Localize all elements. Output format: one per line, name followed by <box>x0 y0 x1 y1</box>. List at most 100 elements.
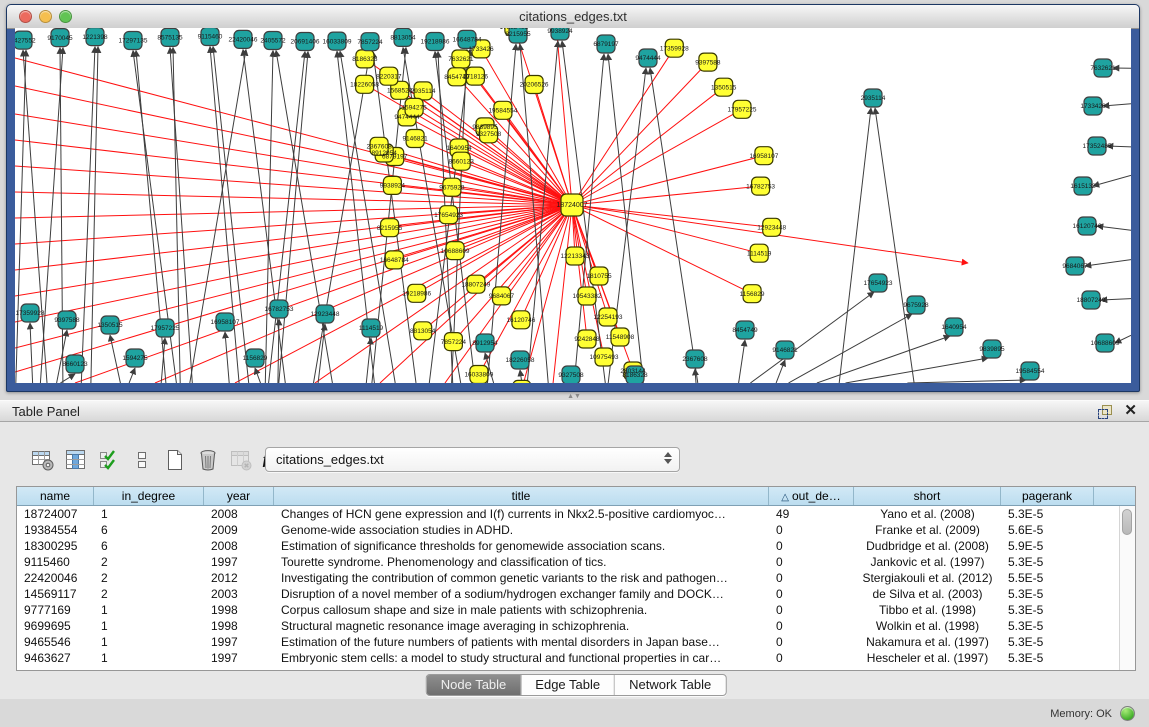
cell-out_degree[interactable]: 0 <box>769 570 854 586</box>
cell-out_degree[interactable]: 0 <box>769 538 854 554</box>
cell-out_degree[interactable]: 0 <box>769 586 854 602</box>
cell-short[interactable]: Wolkin et al. (1998) <box>854 618 1001 634</box>
select-all-button[interactable] <box>96 447 122 473</box>
cell-short[interactable]: Nakamura et al. (1997) <box>854 634 1001 650</box>
cell-title[interactable]: Estimation of significance thresholds fo… <box>274 538 769 554</box>
table-row[interactable]: 946362711997Embryonic stem cells: a mode… <box>17 650 1135 666</box>
vertical-scrollbar[interactable] <box>1119 506 1135 670</box>
cell-pagerank[interactable]: 5.5E-5 <box>1001 570 1094 586</box>
new-column-button[interactable] <box>162 447 188 473</box>
cell-short[interactable]: Yano et al. (2008) <box>854 506 1001 522</box>
cell-in_degree[interactable]: 1 <box>94 618 204 634</box>
tab-network-table[interactable]: Network Table <box>614 675 725 695</box>
delete-column-button[interactable] <box>195 447 221 473</box>
cell-pagerank[interactable]: 5.3E-5 <box>1001 506 1094 522</box>
cell-in_degree[interactable]: 1 <box>94 650 204 666</box>
table-row[interactable]: 1938455462009Genome-wide association stu… <box>17 522 1135 538</box>
cell-out_degree[interactable]: 0 <box>769 650 854 666</box>
cell-pagerank[interactable]: 5.9E-5 <box>1001 538 1094 554</box>
window-titlebar[interactable]: citations_edges.txt <box>7 5 1139 29</box>
cell-pagerank[interactable]: 5.3E-5 <box>1001 618 1094 634</box>
column-header-out_degree[interactable]: △out_de… <box>769 487 854 505</box>
cell-title[interactable]: Structural magnetic resonance image aver… <box>274 618 769 634</box>
cell-year[interactable]: 1997 <box>204 650 274 666</box>
cell-in_degree[interactable]: 1 <box>94 506 204 522</box>
column-header-in_degree[interactable]: in_degree <box>94 487 204 505</box>
cell-short[interactable]: de Silva et al. (2003) <box>854 586 1001 602</box>
tab-edge-table[interactable]: Edge Table <box>520 675 614 695</box>
cell-out_degree[interactable]: 0 <box>769 634 854 650</box>
table-row[interactable]: 1830029562008Estimation of significance … <box>17 538 1135 554</box>
cell-year[interactable]: 2003 <box>204 586 274 602</box>
table-selector[interactable]: citations_edges.txt <box>265 447 680 472</box>
cell-in_degree[interactable]: 2 <box>94 554 204 570</box>
cell-short[interactable]: Franke et al. (2009) <box>854 522 1001 538</box>
float-panel-icon[interactable] <box>1098 404 1112 418</box>
cell-in_degree[interactable]: 2 <box>94 570 204 586</box>
cell-in_degree[interactable]: 1 <box>94 602 204 618</box>
cell-short[interactable]: Dudbridge et al. (2008) <box>854 538 1001 554</box>
cell-title[interactable]: Embryonic stem cells: a model to study s… <box>274 650 769 666</box>
cell-out_degree[interactable]: 0 <box>769 554 854 570</box>
cell-pagerank[interactable]: 5.6E-5 <box>1001 522 1094 538</box>
table-row[interactable]: 2242004622012Investigating the contribut… <box>17 570 1135 586</box>
cell-title[interactable]: Disruption of a novel member of a sodium… <box>274 586 769 602</box>
citation-network-graph[interactable]: 1872400724055722069140616033809785722488… <box>15 28 1131 383</box>
cell-year[interactable]: 2008 <box>204 538 274 554</box>
cell-pagerank[interactable]: 5.3E-5 <box>1001 634 1094 650</box>
table-row[interactable]: 977716911998Corpus callosum shape and si… <box>17 602 1135 618</box>
cell-name[interactable]: 9699695 <box>17 618 94 634</box>
cell-out_degree[interactable]: 0 <box>769 602 854 618</box>
delete-table-button[interactable] <box>228 447 254 473</box>
cell-title[interactable]: Genome-wide association studies in ADHD. <box>274 522 769 538</box>
table-row[interactable]: 969969511998Structural magnetic resonanc… <box>17 618 1135 634</box>
cell-year[interactable]: 1998 <box>204 602 274 618</box>
cell-short[interactable]: Hescheler et al. (1997) <box>854 650 1001 666</box>
table-row[interactable]: 911546021997Tourette syndrome. Phenomeno… <box>17 554 1135 570</box>
cell-pagerank[interactable]: 5.3E-5 <box>1001 602 1094 618</box>
cell-pagerank[interactable]: 5.3E-5 <box>1001 650 1094 666</box>
column-header-pagerank[interactable]: pagerank <box>1001 487 1094 505</box>
scrollbar-thumb[interactable] <box>1122 509 1132 535</box>
table-row[interactable]: 1456911722003Disruption of a novel membe… <box>17 586 1135 602</box>
cell-title[interactable]: Investigating the contribution of common… <box>274 570 769 586</box>
cell-name[interactable]: 9777169 <box>17 602 94 618</box>
column-header-year[interactable]: year <box>204 487 274 505</box>
cell-out_degree[interactable]: 0 <box>769 522 854 538</box>
cell-pagerank[interactable]: 5.3E-5 <box>1001 554 1094 570</box>
splitter-handle-icon[interactable]: ▲▼ <box>565 393 583 400</box>
cell-year[interactable]: 1997 <box>204 634 274 650</box>
cell-year[interactable]: 1998 <box>204 618 274 634</box>
column-header-short[interactable]: short <box>854 487 1001 505</box>
cell-in_degree[interactable]: 6 <box>94 538 204 554</box>
cell-title[interactable]: Estimation of the future numbers of pati… <box>274 634 769 650</box>
cell-name[interactable]: 19384554 <box>17 522 94 538</box>
cell-short[interactable]: Tibbo et al. (1998) <box>854 602 1001 618</box>
close-panel-icon[interactable]: ✕ <box>1124 403 1137 419</box>
cell-name[interactable]: 9465546 <box>17 634 94 650</box>
cell-in_degree[interactable]: 1 <box>94 634 204 650</box>
table-settings-button[interactable] <box>30 447 56 473</box>
cell-name[interactable]: 9463627 <box>17 650 94 666</box>
cell-out_degree[interactable]: 49 <box>769 506 854 522</box>
clear-selection-button[interactable] <box>129 447 155 473</box>
cell-title[interactable]: Corpus callosum shape and size in male p… <box>274 602 769 618</box>
cell-title[interactable]: Tourette syndrome. Phenomenology and cla… <box>274 554 769 570</box>
column-header-title[interactable]: title <box>274 487 769 505</box>
cell-in_degree[interactable]: 6 <box>94 522 204 538</box>
column-header-name[interactable]: name <box>17 487 94 505</box>
cell-name[interactable]: 14569117 <box>17 586 94 602</box>
cell-short[interactable]: Jankovic et al. (1997) <box>854 554 1001 570</box>
cell-name[interactable]: 18300295 <box>17 538 94 554</box>
cell-short[interactable]: Stergiakouli et al. (2012) <box>854 570 1001 586</box>
memory-ok-indicator-icon[interactable] <box>1120 706 1135 721</box>
cell-name[interactable]: 18724007 <box>17 506 94 522</box>
cell-in_degree[interactable]: 2 <box>94 586 204 602</box>
select-columns-button[interactable] <box>63 447 89 473</box>
network-canvas[interactable]: 1872400724055722069140616033809785722488… <box>15 28 1131 383</box>
tab-node-table[interactable]: Node Table <box>427 675 521 695</box>
table-row[interactable]: 946554611997Estimation of the future num… <box>17 634 1135 650</box>
cell-year[interactable]: 2008 <box>204 506 274 522</box>
cell-out_degree[interactable]: 0 <box>769 618 854 634</box>
cell-pagerank[interactable]: 5.3E-5 <box>1001 586 1094 602</box>
